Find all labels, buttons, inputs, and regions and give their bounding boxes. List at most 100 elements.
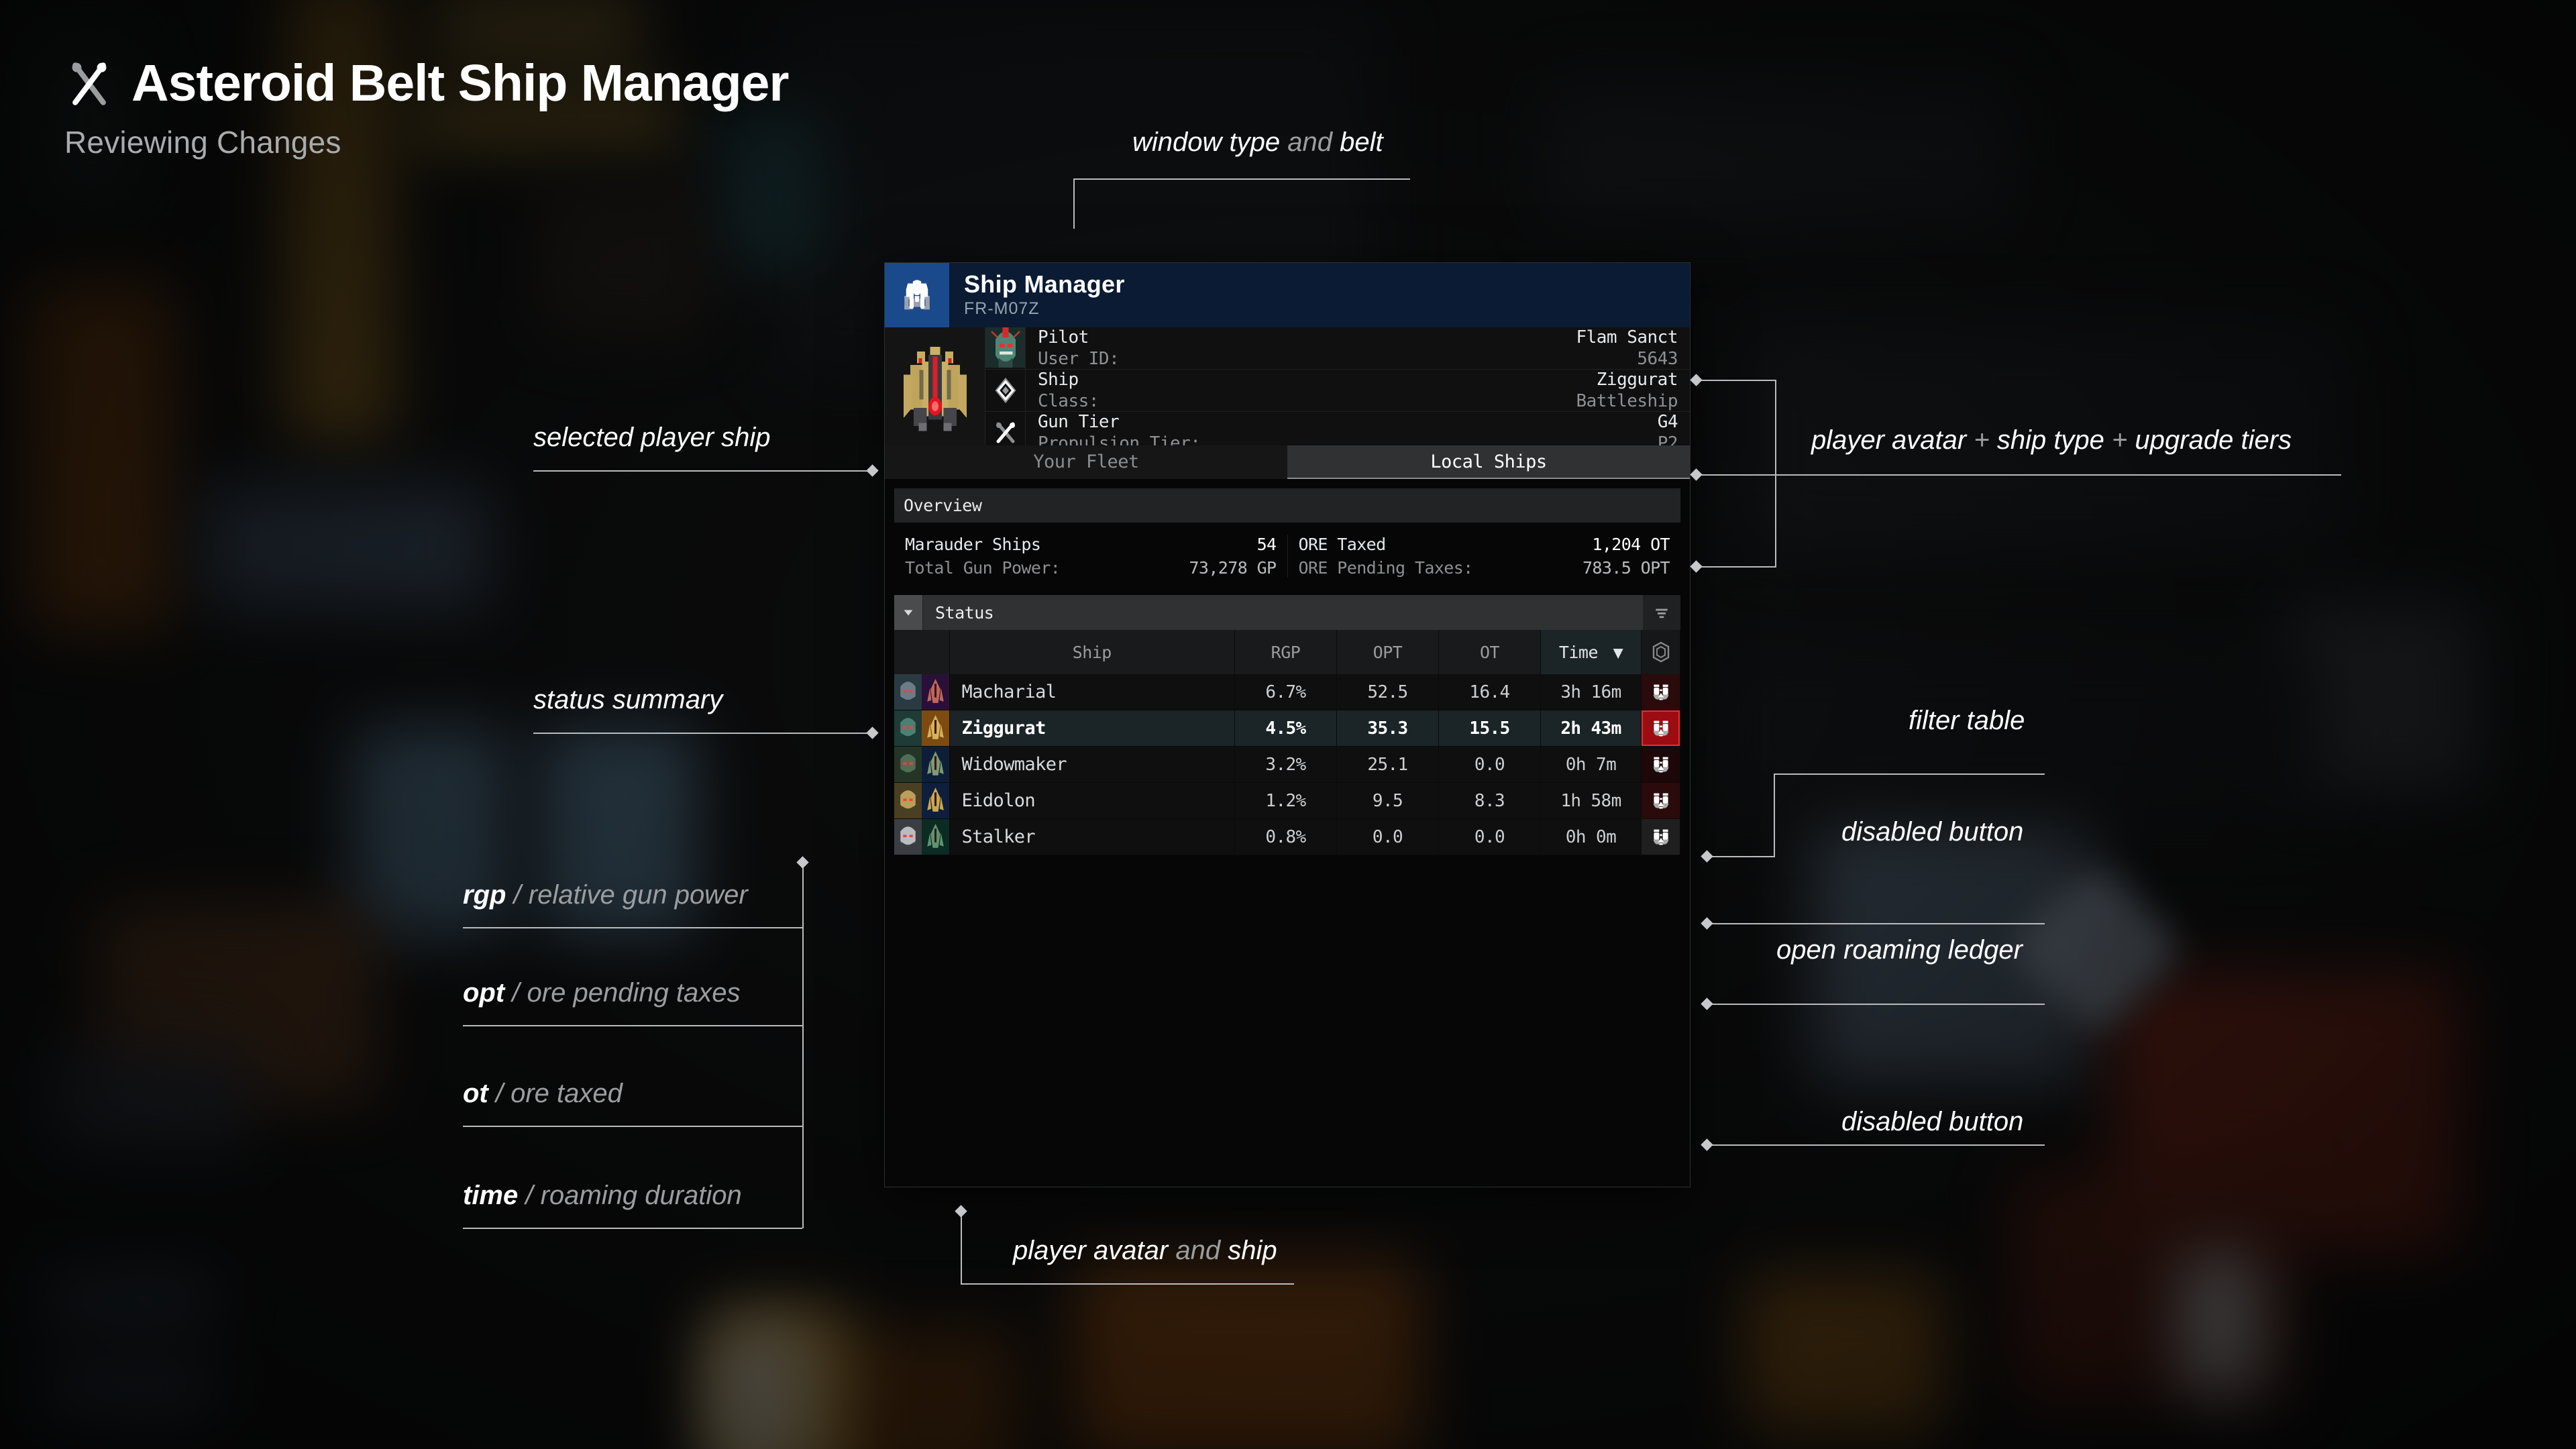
total-gun-power-value: 73,278 GP	[1189, 558, 1277, 578]
sort-desc-icon: ▼	[1613, 642, 1623, 662]
column-opt[interactable]: OPT	[1336, 630, 1439, 674]
gun-tier-label: Gun Tier	[1038, 412, 1120, 432]
ship-manager-icon	[885, 263, 949, 327]
row-thumbnails	[894, 674, 950, 710]
overview-cell-marauder: Marauder Ships 54 Total Gun Power: 73,27…	[894, 535, 1287, 578]
chevron-down-icon[interactable]	[894, 595, 922, 630]
tab-bar: Your Fleet Local Ships	[885, 445, 1690, 479]
cell-ot: 16.4	[1438, 674, 1541, 710]
annotation-leader-line	[961, 1283, 1294, 1285]
annotation-leader-line	[802, 862, 804, 1228]
table-row[interactable]: Eidolon 1.2% 9.5 8.3 1h 58m	[894, 782, 1680, 819]
cell-action[interactable]	[1641, 674, 1680, 710]
annotation-leader-line	[1707, 923, 2045, 924]
panel-body: Overview Marauder Ships 54 Total Gun Pow…	[885, 479, 1690, 1187]
tab-local-ships[interactable]: Local Ships	[1287, 445, 1690, 479]
annotation-leader-line	[1811, 474, 2341, 476]
annotation-legend-time: time / roaming duration	[463, 1181, 742, 1210]
cell-time: 1h 58m	[1540, 782, 1642, 819]
ship-value: Ziggurat	[1596, 370, 1678, 390]
identity-row-pilot: Pilot User ID: Flam Sanct 5643	[985, 327, 1690, 370]
ship-class-diamond-icon	[985, 370, 1026, 411]
pilot-avatar-thumb	[894, 783, 922, 818]
cell-time: 2h 43m	[1540, 710, 1642, 747]
cell-opt: 0.0	[1336, 818, 1439, 855]
annotation-window-type: window type and belt	[1132, 127, 1383, 157]
cell-opt: 52.5	[1336, 674, 1439, 710]
annotation-leader-line	[1073, 178, 1075, 229]
column-rgp[interactable]: RGP	[1234, 630, 1337, 674]
cell-rgp: 0.8%	[1234, 818, 1337, 855]
ore-taxed-label: ORE Taxed	[1298, 535, 1387, 554]
ship-thumb	[921, 819, 949, 855]
pilot-avatar-thumb	[894, 674, 922, 710]
cell-time: 0h 0m	[1540, 818, 1642, 855]
pilot-label: Pilot	[1038, 327, 1089, 347]
cell-action[interactable]	[1641, 782, 1680, 819]
ore-taxed-value: 1,204 OT	[1592, 535, 1670, 554]
roaming-ledger-icon[interactable]	[1642, 710, 1680, 746]
overview-heading: Overview	[894, 488, 1680, 523]
gun-tier-value: G4	[1657, 412, 1678, 432]
row-thumbnails	[894, 818, 950, 855]
ship-thumb	[921, 710, 949, 746]
pilot-avatar	[985, 327, 1026, 369]
tab-your-fleet[interactable]: Your Fleet	[885, 445, 1287, 479]
cell-action[interactable]	[1641, 746, 1680, 783]
annotation-legend-ot: ot / ore taxed	[463, 1079, 623, 1108]
cell-action[interactable]	[1641, 818, 1680, 855]
cell-ship-name: Macharial	[949, 674, 1235, 710]
roaming-ledger-icon[interactable]	[1642, 819, 1680, 855]
cell-ot: 15.5	[1438, 710, 1541, 747]
roaming-ledger-icon[interactable]	[1642, 674, 1680, 710]
cell-opt: 25.1	[1336, 746, 1439, 783]
filter-icon[interactable]	[1643, 595, 1680, 630]
roaming-ledger-icon[interactable]	[1642, 783, 1680, 818]
annotation-leader-line	[1696, 380, 1776, 381]
annotation-leader-line	[1774, 773, 1775, 856]
annotation-open-roaming-ledger: open roaming ledger	[1776, 935, 2023, 965]
roaming-ledger-icon[interactable]	[1642, 747, 1680, 782]
selected-ship-art	[885, 327, 985, 445]
crossed-tools-icon	[64, 59, 114, 109]
cell-time: 0h 7m	[1540, 746, 1642, 783]
table-row[interactable]: Stalker 0.8% 0.0 0.0 0h 0m	[894, 818, 1680, 855]
cell-action[interactable]	[1641, 710, 1680, 747]
annotation-disabled-button-top: disabled button	[1841, 817, 2024, 847]
marauder-ships-value: 54	[1256, 535, 1277, 554]
cell-ship-name: Stalker	[949, 818, 1235, 855]
annotation-legend-rgp: rgp / relative gun power	[463, 880, 748, 910]
annotation-leader-line	[1707, 1004, 2045, 1005]
column-ship[interactable]: Ship	[949, 630, 1235, 674]
cell-ship-name: Eidolon	[949, 782, 1235, 819]
annotation-selected-player-ship: selected player ship	[533, 423, 771, 452]
annotation-disabled-button-bottom: disabled button	[1841, 1107, 2024, 1136]
identity-row-ship: Ship Class: Ziggurat Battleship	[985, 370, 1690, 412]
page-subtitle: Reviewing Changes	[64, 125, 341, 160]
column-time-label: Time	[1558, 642, 1599, 662]
pilot-value: Flam Sanct	[1576, 327, 1678, 347]
table-header-row: Ship RGP OPT OT Time ▼	[894, 630, 1680, 674]
ship-thumb	[921, 783, 949, 818]
table-row[interactable]: Macharial 6.7% 52.5 16.4 3h 16m	[894, 674, 1680, 710]
annotation-leader-line	[463, 1126, 802, 1127]
cell-ship-name: Ziggurat	[949, 710, 1235, 747]
annotation-avatar-shiptype-tiers: player avatar + ship type + upgrade tier…	[1811, 425, 2292, 455]
overview-stats: Marauder Ships 54 Total Gun Power: 73,27…	[894, 523, 1680, 592]
annotation-leader-line	[1696, 566, 1776, 568]
class-label: Class:	[1038, 391, 1099, 411]
table-row[interactable]: Ziggurat 4.5% 35.3 15.5 2h 43m	[894, 710, 1680, 747]
page-header: Asteroid Belt Ship Manager Reviewing Cha…	[64, 58, 789, 160]
total-gun-power-label: Total Gun Power:	[905, 558, 1061, 578]
column-action-hex-icon	[1641, 630, 1680, 674]
ships-table: Ship RGP OPT OT Time ▼ Macharial 6.7% 52…	[894, 630, 1680, 855]
column-time[interactable]: Time ▼	[1540, 630, 1642, 674]
annotation-leader-line	[463, 1025, 802, 1026]
annotation-leader-line	[533, 470, 872, 472]
cell-ot: 0.0	[1438, 818, 1541, 855]
ship-manager-window[interactable]: Ship Manager FR-M07Z Pilot User ID: Flam…	[884, 262, 1690, 1187]
column-ot[interactable]: OT	[1438, 630, 1541, 674]
table-row[interactable]: Widowmaker 3.2% 25.1 0.0 0h 7m	[894, 746, 1680, 783]
marauder-ships-label: Marauder Ships	[905, 535, 1041, 554]
ship-label: Ship	[1038, 370, 1079, 390]
